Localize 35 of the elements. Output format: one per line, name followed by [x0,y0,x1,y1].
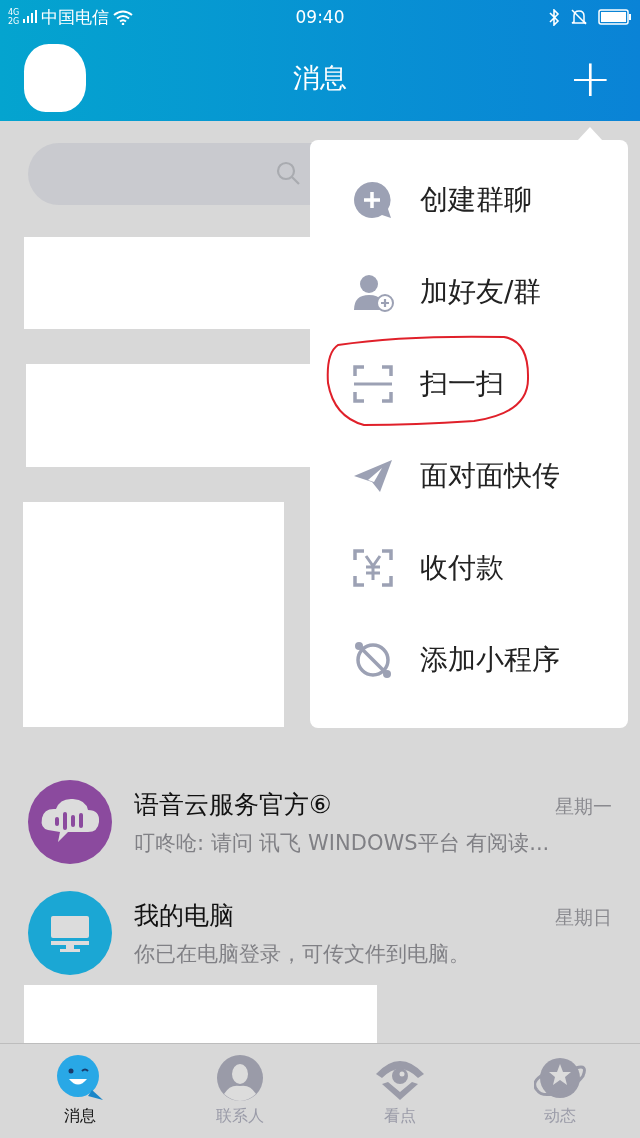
menu-item[interactable]: 创建群聊 [310,154,628,246]
wifi-icon [113,9,134,25]
carrier-name: 中国电信 [41,5,110,29]
search-icon [276,161,302,187]
planet-icon [352,640,394,680]
chat-time: 星期一 [555,793,612,819]
message-preview: 你已在电脑登录，可传文件到电脑。 [134,940,471,968]
person-icon [216,1054,264,1102]
chat-name: 我的电脑 [134,899,234,932]
cloud-avatar-icon [28,780,112,864]
yuan-scan-icon [352,548,394,588]
menu-item[interactable]: 加好友/群 [310,246,628,338]
network-label: 2G [8,17,20,26]
battery-icon [598,9,632,25]
chat-plus-icon [352,180,394,220]
menu-item[interactable]: 扫一扫 [310,338,628,430]
menu-item[interactable]: 面对面快传 [310,430,628,522]
page-title: 消息 [292,61,348,95]
clock-time: 09:40 [294,7,346,27]
redaction-block [24,43,86,112]
scan-icon [352,364,394,404]
bluetooth-icon [548,8,560,26]
tab[interactable]: 消息 [0,1044,160,1138]
menu-item[interactable]: 添加小程序 [310,614,628,706]
add-friend-icon [352,272,394,312]
chat-time: 星期日 [555,904,612,930]
signal-icon [23,9,38,25]
bell-muted-icon [570,8,588,26]
chat-name: 语音云服务官方⑥ [134,788,332,821]
computer-avatar-icon [28,891,112,975]
menu-item[interactable]: 收付款 [310,522,628,614]
message-preview: 叮咚呛: 请问 讯飞 WINDOWS平台 有阅读... [134,829,551,857]
add-button[interactable]: + [562,51,618,104]
smiley-chat-icon [56,1054,104,1102]
network-label: 4G [8,8,20,17]
